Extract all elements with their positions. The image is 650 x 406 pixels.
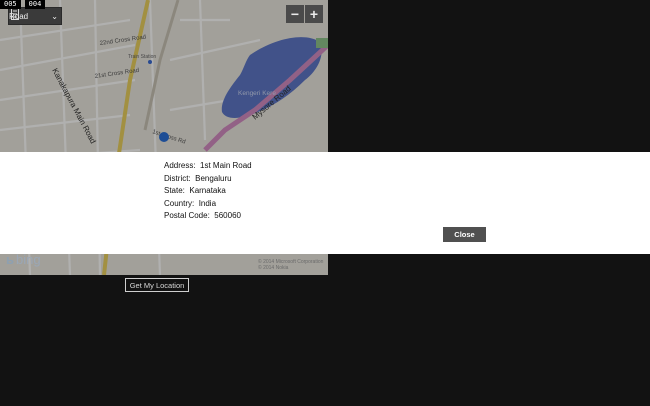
- get-my-location-button[interactable]: Get My Location: [125, 278, 189, 292]
- bing-logo: ь bing: [6, 252, 41, 267]
- zoom-in-button[interactable]: +: [305, 5, 323, 23]
- map-copyright: © 2014 Microsoft Corporation © 2014 Noki…: [258, 259, 323, 271]
- copyright-line: © 2014 Nokia: [258, 265, 289, 271]
- address-info: Address: 1st Main Road District: Bengalu…: [164, 160, 252, 223]
- state-line: State: Karnataka: [164, 186, 226, 196]
- bing-logo-text: bing: [16, 252, 41, 267]
- bing-b-icon: ь: [6, 252, 14, 267]
- close-button[interactable]: Close: [443, 227, 486, 242]
- address-line: Address: 1st Main Road: [164, 161, 252, 170]
- frame-counter: 004: [24, 0, 46, 9]
- postal-code-line: Postal Code: 560060: [164, 211, 241, 221]
- zoom-out-button[interactable]: −: [286, 5, 304, 23]
- country-line: Country: India: [164, 198, 217, 208]
- frame-counter: 005: [0, 0, 21, 9]
- location-dialog: Address: 1st Main Road District: Bengalu…: [0, 152, 650, 254]
- debug-counters: 005 004: [0, 0, 49, 9]
- map-style-picker[interactable]: Road ⌄: [8, 7, 62, 25]
- district-line: District: Bengaluru: [164, 173, 232, 183]
- chevron-down-icon: ⌄: [51, 11, 58, 21]
- map-layers-icon: [11, 8, 19, 20]
